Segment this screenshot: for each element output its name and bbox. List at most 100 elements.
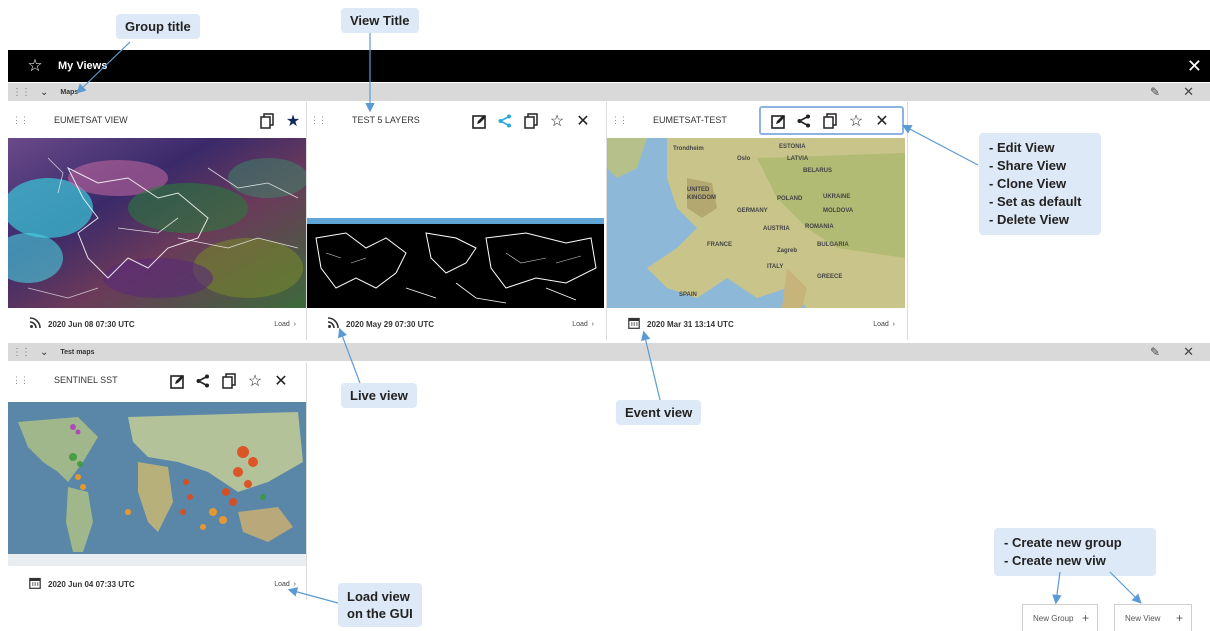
share-icon[interactable]	[492, 111, 518, 131]
callout-item: Set as default	[989, 193, 1091, 211]
edit-group-icon[interactable]: ✎	[1150, 345, 1160, 359]
new-view-button[interactable]: New View +	[1114, 604, 1192, 631]
arrow	[901, 124, 979, 166]
edit-group-icon[interactable]: ✎	[1150, 85, 1160, 99]
clone-icon[interactable]	[518, 111, 544, 131]
view-date: 2020 Mar 31 13:14 UTC	[647, 319, 734, 329]
load-button[interactable]: Load ›	[572, 321, 594, 328]
view-thumbnail[interactable]: Trondheim Oslo ESTONIA LATVIA BELARUS UN…	[607, 138, 905, 308]
drag-handle-icon[interactable]: ⋮⋮	[12, 115, 29, 126]
callout-item: Create new group	[1004, 534, 1146, 552]
view-footer: 2020 May 29 07:30 UTC Load ›	[306, 308, 604, 340]
callout-load-view: Load view on the GUI	[338, 583, 422, 627]
view-thumbnail[interactable]	[8, 402, 306, 566]
view-thumbnail[interactable]	[306, 138, 604, 308]
view-footer: 2020 Mar 31 13:14 UTC Load ›	[607, 308, 905, 340]
view-title: TEST 5 LAYERS	[352, 115, 420, 125]
drag-handle-icon[interactable]: ⋮⋮	[611, 115, 628, 126]
view-toolbar: ★	[254, 111, 306, 131]
map-label: BULGARIA	[817, 242, 849, 248]
view-toolbar: ☆ ✕	[164, 371, 294, 391]
view-card: ⋮⋮ EUMETSAT-TEST ☆ ✕ Trondheim Oslo ESTO…	[607, 102, 905, 340]
star-outline-icon[interactable]: ☆	[544, 111, 570, 131]
view-toolbar: ☆ ✕	[466, 111, 596, 131]
delete-group-icon[interactable]: ✕	[1183, 84, 1194, 100]
map-label: UKRAINE	[823, 194, 851, 200]
drag-handle-icon[interactable]: ⋮⋮	[12, 87, 31, 98]
group-title: Maps	[60, 88, 79, 96]
map-label: Zagreb	[777, 248, 798, 254]
divider	[306, 362, 307, 600]
callout-item: Edit View	[989, 139, 1091, 157]
load-button[interactable]: Load ›	[274, 581, 296, 588]
view-title: SENTINEL SST	[54, 375, 118, 385]
group-title: Test maps	[60, 348, 95, 356]
view-card: ⋮⋮ SENTINEL SST ☆ ✕ 2020 Jun 04 07:33 UT…	[8, 362, 306, 600]
rss-live-icon	[326, 317, 340, 331]
edit-icon[interactable]	[164, 371, 190, 391]
clone-icon[interactable]	[254, 111, 280, 131]
callout-item: Delete View	[989, 211, 1091, 229]
view-title: EUMETSAT VIEW	[54, 115, 128, 125]
delete-icon[interactable]: ✕	[570, 111, 596, 131]
new-group-label: New Group	[1033, 613, 1074, 623]
view-footer: 2020 Jun 04 07:33 UTC Load ›	[8, 568, 306, 600]
load-button[interactable]: Load ›	[274, 321, 296, 328]
map-label: MOLDOVA	[823, 208, 854, 214]
callout-event-view: Event view	[616, 400, 702, 425]
chevron-down-icon[interactable]: ⌄	[40, 347, 48, 358]
divider	[306, 102, 307, 340]
clone-icon[interactable]	[216, 371, 242, 391]
divider	[907, 102, 908, 340]
view-header: ⋮⋮ EUMETSAT VIEW ★	[8, 102, 306, 138]
new-view-label: New View	[1125, 613, 1161, 623]
my-views-header: ☆ My Views ✕	[8, 50, 1210, 82]
plus-icon: +	[1175, 611, 1183, 625]
map-label: LATVIA	[787, 156, 809, 162]
view-thumbnail[interactable]	[8, 138, 306, 308]
view-footer: 2020 Jun 08 07:30 UTC Load ›	[8, 308, 306, 340]
map-labels: Trondheim Oslo ESTONIA LATVIA BELARUS UN…	[607, 138, 905, 308]
drag-handle-icon[interactable]: ⋮⋮	[310, 115, 327, 126]
view-date: 2020 Jun 08 07:30 UTC	[48, 319, 135, 329]
callout-item: Clone View	[989, 175, 1091, 193]
view-date: 2020 Jun 04 07:33 UTC	[48, 579, 135, 589]
map-label: Oslo	[737, 156, 751, 162]
plus-icon: +	[1081, 611, 1089, 625]
view-card: ⋮⋮ EUMETSAT VIEW ★ 2020 Jun 08 07:30 UTC…	[8, 102, 306, 340]
view-header: ⋮⋮ SENTINEL SST ☆ ✕	[8, 362, 306, 398]
edit-icon[interactable]	[466, 111, 492, 131]
new-group-button[interactable]: New Group +	[1022, 604, 1098, 631]
callout-create: Create new group Create new viw	[994, 528, 1156, 576]
map-label: SPAIN	[679, 292, 697, 298]
delete-icon[interactable]: ✕	[268, 371, 294, 391]
star-outline-icon[interactable]: ☆	[242, 371, 268, 391]
delete-group-icon[interactable]: ✕	[1183, 344, 1194, 360]
map-label: UNITED KINGDOM	[687, 187, 716, 201]
map-label: GERMANY	[737, 208, 768, 214]
map-label: BELARUS	[803, 168, 833, 174]
header-title: My Views	[58, 60, 108, 72]
drag-handle-icon[interactable]: ⋮⋮	[12, 347, 31, 358]
chevron-down-icon[interactable]: ⌄	[40, 87, 48, 98]
view-date: 2020 May 29 07:30 UTC	[346, 319, 435, 329]
calendar-icon	[627, 317, 641, 332]
arrow	[1052, 571, 1062, 605]
callout-line: Load view	[347, 589, 410, 604]
map-label: ESTONIA	[779, 144, 806, 150]
callout-group-title: Group title	[116, 14, 200, 39]
toolbar-highlight	[759, 106, 904, 135]
calendar-icon	[28, 577, 42, 592]
drag-handle-icon[interactable]: ⋮⋮	[12, 375, 29, 386]
share-icon[interactable]	[190, 371, 216, 391]
load-button[interactable]: Load ›	[873, 321, 895, 328]
callout-item: Create new viw	[1004, 552, 1146, 570]
callout-line: on the GUI	[347, 606, 413, 621]
rss-live-icon	[28, 317, 42, 331]
close-icon[interactable]: ✕	[1187, 56, 1202, 77]
map-label: GREECE	[817, 274, 843, 280]
group-header-maps: ⋮⋮ ⌄ Maps ✎ ✕	[8, 83, 1210, 101]
callout-actions: Edit View Share View Clone View Set as d…	[979, 133, 1101, 235]
star-outline-icon: ☆	[27, 56, 43, 75]
star-filled-icon[interactable]: ★	[280, 111, 306, 131]
